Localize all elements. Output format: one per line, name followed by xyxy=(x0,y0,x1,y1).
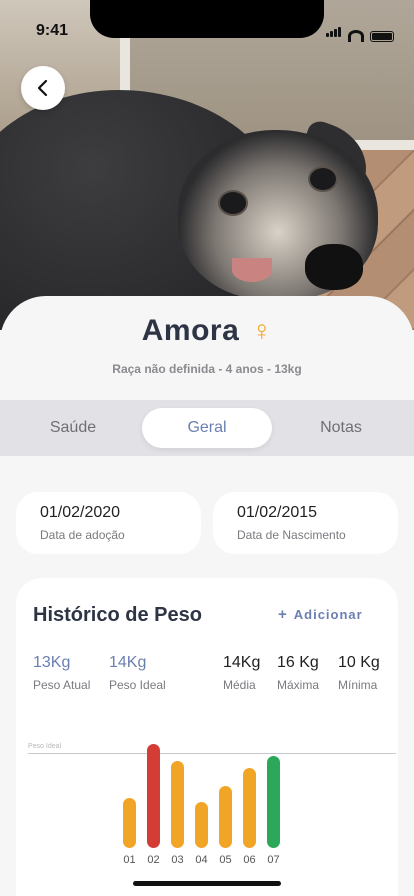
photo-dog-tongue xyxy=(232,258,272,282)
tab-bar: Saúde Geral Notas xyxy=(0,400,414,456)
back-button[interactable] xyxy=(21,66,65,110)
pet-subtitle: Raça não definida - 4 anos - 13kg xyxy=(112,362,302,376)
weight-bar xyxy=(219,785,232,848)
stat-current-weight: 13Kg Peso Atual xyxy=(33,654,90,692)
stat-ideal-weight: 14Kg Peso Ideal xyxy=(109,654,166,692)
photo-dog-eye xyxy=(218,190,248,216)
weight-bar-label: 07 xyxy=(267,854,280,866)
stat-label: Mínima xyxy=(338,678,378,692)
pet-photo xyxy=(0,0,414,330)
status-icons xyxy=(326,24,394,42)
tab-saude[interactable]: Saúde xyxy=(8,408,138,448)
ideal-line-label: Peso Ideal xyxy=(28,743,62,751)
weight-history-card: Histórico de Peso + Adicionar 13Kg Peso A… xyxy=(16,578,398,896)
plus-icon: + xyxy=(278,606,288,623)
add-weight-label: Adicionar xyxy=(293,607,363,622)
weight-bar xyxy=(195,802,208,848)
stat-value: 16 Kg xyxy=(277,654,319,671)
pet-name-row: Amora ♀ xyxy=(0,314,414,348)
stat-min-weight: 10 Kg Mínima xyxy=(338,654,380,692)
device-notch xyxy=(90,0,324,38)
stat-value: 14Kg xyxy=(109,654,147,671)
photo-dog-eye xyxy=(308,166,338,192)
weight-bar xyxy=(267,756,280,848)
battery-icon xyxy=(370,31,394,42)
weight-bar-label: 04 xyxy=(195,854,208,866)
weight-bar xyxy=(123,798,136,848)
adoption-date-label: Data de adoção xyxy=(40,528,125,542)
stat-label: Máxima xyxy=(277,678,320,692)
stat-label: Média xyxy=(223,678,256,692)
chevron-left-icon xyxy=(37,79,48,97)
home-indicator xyxy=(133,881,281,886)
weight-bar-label: 01 xyxy=(123,854,136,866)
weight-bar-label: 05 xyxy=(219,854,232,866)
weight-bar-label: 06 xyxy=(243,854,256,866)
stat-label: Peso Ideal xyxy=(109,678,166,692)
stat-label: Peso Atual xyxy=(33,678,91,692)
tab-geral[interactable]: Geral xyxy=(142,408,272,448)
adoption-date-card: 01/02/2020 Data de adoção xyxy=(16,492,201,554)
birth-date-value: 01/02/2015 xyxy=(237,504,318,521)
add-weight-button[interactable]: + Adicionar xyxy=(278,606,363,623)
weight-chart: Peso Ideal 01 02 03 04 05 06 07 xyxy=(16,738,398,878)
photo-dog-nose xyxy=(305,244,363,290)
stat-value: 13Kg xyxy=(33,654,71,671)
weight-bar xyxy=(147,744,160,848)
adoption-date-value: 01/02/2020 xyxy=(40,504,121,521)
ideal-weight-line xyxy=(28,753,396,755)
weight-bar xyxy=(171,760,184,848)
signal-icon xyxy=(326,24,342,42)
wifi-icon xyxy=(348,30,364,42)
stat-value: 10 Kg xyxy=(338,654,380,671)
weight-history-title: Histórico de Peso xyxy=(33,604,202,626)
female-icon: ♀ xyxy=(251,315,273,346)
weight-bar xyxy=(243,767,256,848)
stat-average-weight: 14Kg Média xyxy=(223,654,260,692)
status-time: 9:41 xyxy=(36,22,69,39)
weight-bar-label: 02 xyxy=(147,854,160,866)
birth-date-label: Data de Nascimento xyxy=(237,528,346,542)
stat-max-weight: 16 Kg Máxima xyxy=(277,654,319,692)
weight-bar-label: 03 xyxy=(171,854,184,866)
birth-date-card: 01/02/2015 Data de Nascimento xyxy=(213,492,398,554)
tab-notas[interactable]: Notas xyxy=(276,408,406,448)
stat-value: 14Kg xyxy=(223,654,261,671)
pet-name: Amora xyxy=(141,314,240,347)
